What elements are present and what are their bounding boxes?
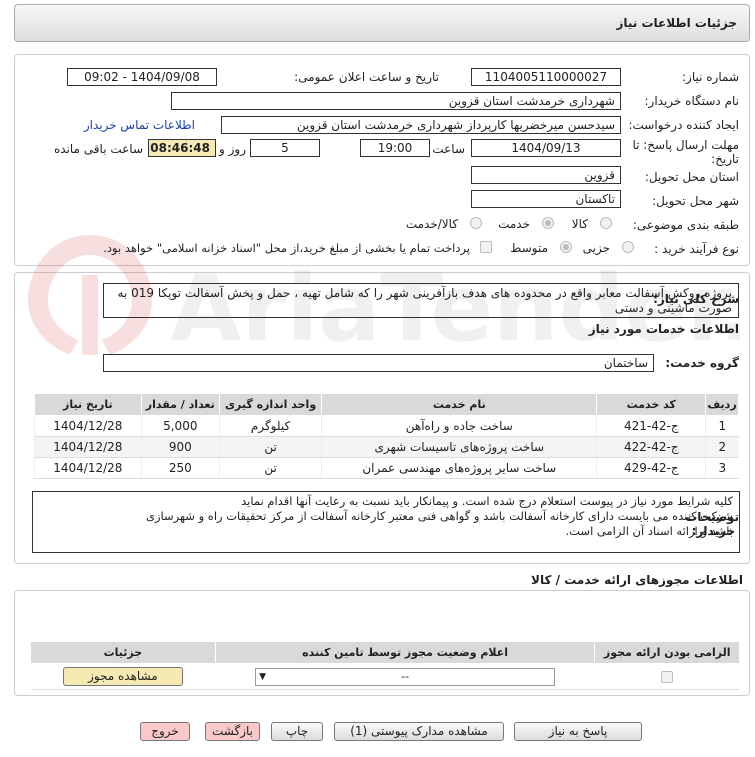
service-name: ساخت سایر پروژه‌های مهندسی عمران	[321, 457, 597, 479]
city-label: شهر محل تحویل:	[652, 194, 739, 208]
days-field: 5	[250, 139, 320, 157]
deadline-time-field: 19:00	[360, 139, 430, 157]
col-name: نام خدمت	[321, 393, 598, 416]
need-number-label: شماره نیاز:	[682, 70, 739, 84]
permits-table: الزامی بودن ارائه مجوز اعلام وضعیت مجوز …	[30, 641, 740, 690]
page-title: جزئیات اطلاعات نیاز	[616, 16, 737, 30]
services-title: اطلاعات خدمات مورد نیاز	[588, 322, 739, 336]
back-button[interactable]: بازگشت	[205, 722, 260, 741]
permit-required-checkbox[interactable]	[661, 671, 674, 683]
row-index: 3	[705, 457, 739, 479]
creator-label: ایجاد کننده درخواست:	[628, 118, 739, 132]
row-index: 2	[705, 436, 739, 458]
attachments-button[interactable]: مشاهده مدارک پیوستی (1)	[334, 722, 504, 741]
service-date: 1404/12/28	[34, 415, 142, 437]
exit-button[interactable]: خروج	[140, 722, 190, 741]
announce-date-field: 1404/09/08 - 09:02	[67, 68, 217, 86]
service-unit: تن	[218, 436, 322, 458]
page-header: جزئیات اطلاعات نیاز	[14, 4, 750, 42]
buyer-notes-line-3: باشد و ارائه اسناد آن الزامی است.	[565, 524, 733, 538]
creator-field: سیدحسن میرخضریها کارپرداز شهرداری خرمدشت…	[221, 116, 621, 134]
permits-title: اطلاعات مجوزهای ارائه خدمت / کالا	[531, 573, 743, 587]
view-permit-button[interactable]: مشاهده مجوز	[62, 667, 183, 686]
category-radio-goods[interactable]	[600, 217, 612, 229]
col-permit-required: الزامی بودن ارائه مجوز	[594, 641, 740, 664]
need-number-field: 1104005110000027	[471, 68, 621, 86]
col-permit-status: اعلام وضعیت مجوز توسط تامین کننده	[214, 641, 596, 664]
category-option-goods: کالا	[571, 217, 588, 231]
deadline-date-label: تاریخ:	[711, 152, 739, 166]
table-row: 2 ج-42-422 ساخت پروژه‌های تاسیسات شهری ت…	[34, 436, 739, 458]
table-row: -- ▼ مشاهده مجوز	[30, 663, 740, 690]
permit-status-value: --	[401, 669, 410, 683]
category-option-goods-service: کالا/خدمت	[405, 217, 458, 231]
service-name: ساخت پروژه‌های تاسیسات شهری	[321, 436, 597, 458]
table-row: 3 ج-42-429 ساخت سایر پروژه‌های مهندسی عم…	[34, 457, 739, 479]
service-code: ج-42-429	[596, 457, 706, 479]
service-date: 1404/12/28	[34, 436, 142, 458]
table-row: 1 ج-42-421 ساخت جاده و راه‌آهن کیلوگرم 5…	[34, 415, 739, 437]
remaining-time-field: 08:46:48	[148, 139, 216, 157]
category-radio-goods-service[interactable]	[470, 217, 482, 229]
buyer-label: نام دستگاه خریدار:	[644, 94, 740, 108]
col-row: ردیف	[705, 393, 739, 416]
province-label: استان محل تحویل:	[644, 170, 739, 184]
description-text: پروژه روکش آسفالت معابر واقع در محدوده ه…	[103, 283, 739, 318]
process-option-minor: جزیی	[582, 241, 610, 255]
col-unit: واحد اندازه گیری	[218, 393, 323, 416]
col-date: تاریخ نیاز	[34, 393, 142, 416]
category-option-service: خدمت	[498, 217, 530, 231]
process-option-medium: متوسط	[510, 241, 548, 255]
service-unit: تن	[218, 457, 322, 479]
service-group-label: گروه خدمت:	[665, 356, 739, 370]
buyer-notes-box: کلیه شرایط مورد نیاز در پیوست استعلام در…	[32, 491, 740, 553]
buyer-contact-link[interactable]: اطلاعات تماس خریدار	[84, 118, 195, 132]
chevron-down-icon: ▼	[259, 671, 267, 682]
row-index: 1	[705, 415, 739, 437]
days-label: روز و	[219, 142, 246, 156]
service-code: ج-42-422	[596, 436, 706, 458]
service-unit: کیلوگرم	[218, 415, 322, 437]
province-field: قزوین	[471, 166, 621, 184]
buyer-notes-line-1: کلیه شرایط مورد نیاز در پیوست استعلام در…	[241, 494, 733, 508]
permits-table-header: الزامی بودن ارائه مجوز اعلام وضعیت مجوز …	[30, 641, 740, 664]
service-qty: 5,000	[140, 415, 220, 437]
service-qty: 900	[140, 436, 220, 458]
deadline-label: مهلت ارسال پاسخ: تا	[632, 138, 739, 152]
service-group-field: ساختمان	[103, 354, 654, 372]
category-radio-service[interactable]	[542, 217, 554, 229]
print-button[interactable]: چاپ	[271, 722, 323, 741]
treasury-payment-text: پرداخت تمام یا بخشی از مبلغ خرید،از محل …	[103, 241, 470, 255]
col-permit-details: جزئیات	[30, 641, 216, 664]
process-radio-minor[interactable]	[622, 241, 634, 253]
permit-status-select[interactable]: -- ▼	[255, 667, 556, 686]
process-label: نوع فرآیند خرید :	[654, 242, 739, 256]
buyer-notes-line-2: شرکت کننده می بایست دارای کارخانه آسفالت…	[145, 509, 733, 523]
announce-date-label: تاریخ و ساعت اعلان عمومی:	[294, 70, 439, 84]
remaining-label: ساعت باقی مانده	[53, 142, 143, 156]
services-table-header: ردیف کد خدمت نام خدمت واحد اندازه گیری ت…	[34, 393, 739, 416]
treasury-payment-checkbox[interactable]	[480, 241, 492, 253]
process-radio-medium[interactable]	[560, 241, 572, 253]
services-table: ردیف کد خدمت نام خدمت واحد اندازه گیری ت…	[34, 393, 739, 479]
deadline-date-field: 1404/09/13	[471, 139, 621, 157]
city-field: تاکستان	[471, 190, 621, 208]
service-qty: 250	[140, 457, 220, 479]
service-name: ساخت جاده و راه‌آهن	[321, 415, 597, 437]
service-code: ج-42-421	[596, 415, 706, 437]
category-label: طبقه بندی موضوعی:	[632, 218, 739, 232]
col-code: کد خدمت	[596, 393, 707, 416]
reply-button[interactable]: پاسخ به نیاز	[514, 722, 642, 741]
col-qty: تعداد / مقدار	[140, 393, 220, 416]
time-label: ساعت	[432, 142, 465, 156]
service-date: 1404/12/28	[34, 457, 142, 479]
buyer-field: شهرداری خرمدشت استان قزوین	[171, 92, 621, 110]
